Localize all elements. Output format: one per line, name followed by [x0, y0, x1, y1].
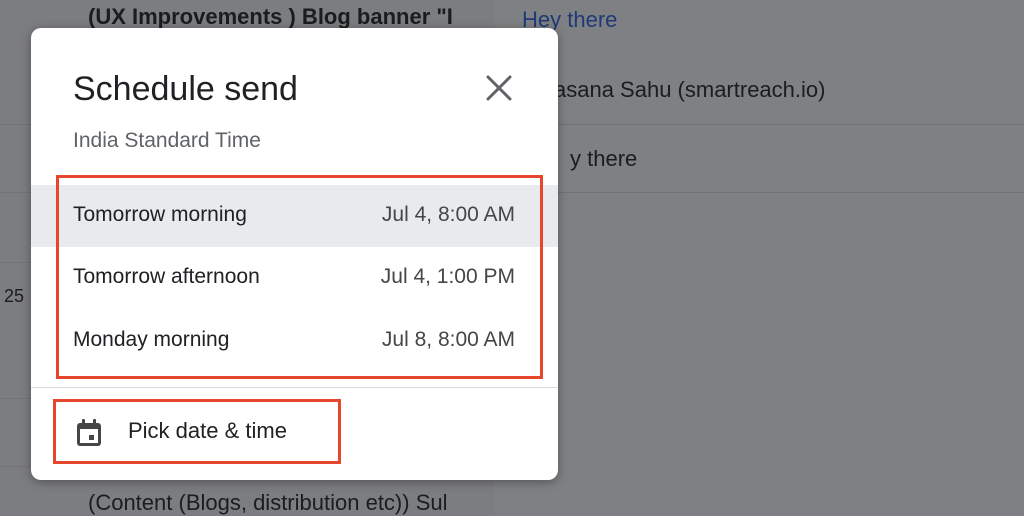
background-date: 25	[4, 286, 25, 306]
option-time: Jul 4, 8:00 AM	[381, 203, 515, 226]
option-time: Jul 4, 1:00 PM	[380, 265, 515, 288]
background-divider	[494, 192, 1024, 193]
background-divider	[494, 124, 1024, 125]
option-label: Tomorrow afternoon	[73, 265, 260, 288]
option-time: Jul 8, 8:00 AM	[381, 328, 515, 351]
background-preview-sender: asana Sahu (smartreach.io)	[554, 77, 826, 102]
background-email-subject: (UX Improvements ) Blog banner "I	[88, 4, 453, 29]
option-tomorrow-afternoon[interactable]: Tomorrow afternoon Jul 4, 1:00 PM	[31, 247, 558, 309]
timezone-label: India Standard Time	[73, 129, 261, 152]
calendar-icon	[77, 419, 101, 446]
dialog-title: Schedule send	[73, 70, 298, 108]
close-icon	[486, 75, 512, 101]
background-preview-greeting: y there	[570, 146, 638, 171]
pick-date-time-button[interactable]: Pick date & time	[55, 400, 355, 460]
schedule-send-dialog: Schedule send India Standard Time Tomorr…	[31, 28, 558, 480]
option-monday-morning[interactable]: Monday morning Jul 8, 8:00 AM	[31, 310, 558, 372]
option-tomorrow-morning[interactable]: Tomorrow morning Jul 4, 8:00 AM	[31, 185, 558, 247]
background-email-subject: (Content (Blogs, distribution etc)) Sul	[88, 490, 448, 515]
option-label: Monday morning	[73, 328, 230, 351]
pick-date-time-label: Pick date & time	[128, 418, 287, 443]
option-label: Tomorrow morning	[73, 203, 247, 226]
dialog-divider	[31, 387, 558, 388]
close-button[interactable]	[479, 68, 519, 108]
